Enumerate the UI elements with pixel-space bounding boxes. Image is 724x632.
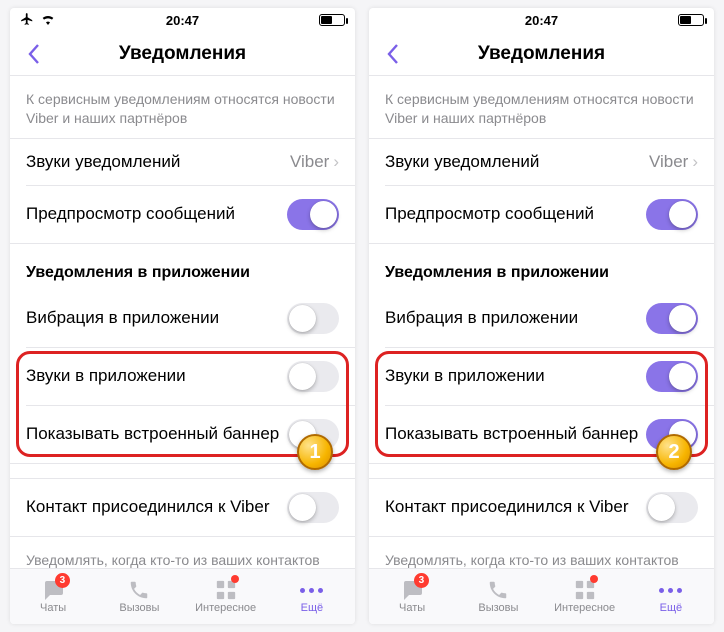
settings-list: К сервисным уведомлениям относятся новос… (369, 76, 714, 568)
row-vibration-inapp[interactable]: Вибрация в приложении (369, 290, 714, 347)
row-notification-sounds[interactable]: Звуки уведомлений Viber › (369, 139, 714, 185)
tab-more[interactable]: Ещё (269, 569, 355, 624)
tab-label: Интересное (195, 602, 256, 614)
toggle-vibration[interactable] (646, 303, 698, 334)
row-label: Предпросмотр сообщений (385, 204, 646, 224)
toggle-vibration[interactable] (287, 303, 339, 334)
row-sounds-inapp[interactable]: Звуки в приложении (10, 348, 355, 405)
row-label: Вибрация в приложении (385, 308, 646, 328)
toggle-preview[interactable] (646, 199, 698, 230)
tab-label: Чаты (399, 602, 425, 614)
row-label: Звуки уведомлений (26, 152, 290, 172)
section-description: К сервисным уведомлениям относятся новос… (10, 76, 355, 138)
row-label: Контакт присоединился к Viber (385, 497, 646, 517)
nav-header: Уведомления (10, 32, 355, 76)
tab-label: Ещё (660, 602, 683, 614)
toggle-contact-joined[interactable] (646, 492, 698, 523)
tab-chats[interactable]: 3 Чаты (369, 569, 455, 624)
row-notification-sounds[interactable]: Звуки уведомлений Viber › (10, 139, 355, 185)
tab-bar: 3 Чаты Вызовы Интересное Ещё (10, 568, 355, 624)
row-value: Viber › (649, 152, 698, 172)
row-label: Показывать встроенный баннер (26, 424, 287, 444)
row-label: Контакт присоединился к Viber (26, 497, 287, 517)
row-message-preview[interactable]: Предпросмотр сообщений (10, 186, 355, 243)
tab-label: Вызовы (119, 602, 159, 614)
tab-calls[interactable]: Вызовы (96, 569, 182, 624)
row-message-preview[interactable]: Предпросмотр сообщений (369, 186, 714, 243)
calls-icon (126, 579, 152, 601)
back-button[interactable] (373, 32, 413, 75)
tab-bar: 3 Чаты Вызовы Интересное Ещё (369, 568, 714, 624)
status-bar: 20:47 (369, 8, 714, 32)
settings-list: К сервисным уведомлениям относятся новос… (10, 76, 355, 568)
footer-description: Уведомлять, когда кто-то из ваших контак… (10, 537, 355, 568)
row-contact-joined[interactable]: Контакт присоединился к Viber (369, 479, 714, 536)
tab-badge: 3 (55, 573, 70, 588)
page-title: Уведомления (478, 43, 605, 65)
row-label: Звуки в приложении (385, 366, 646, 386)
more-icon (658, 579, 684, 601)
phone-screen-1: 20:47 Уведомления К сервисным уведомлени… (10, 8, 355, 624)
nav-header: Уведомления (369, 32, 714, 76)
row-vibration-inapp[interactable]: Вибрация в приложении (10, 290, 355, 347)
phone-screen-2: 20:47 Уведомления К сервисным уведомлени… (369, 8, 714, 624)
row-label: Звуки уведомлений (385, 152, 649, 172)
status-time: 20:47 (487, 13, 595, 28)
tab-notification-dot (590, 575, 598, 583)
row-value: Viber › (290, 152, 339, 172)
chevron-right-icon: › (333, 152, 339, 172)
row-builtin-banner[interactable]: Показывать встроенный баннер (369, 406, 714, 463)
row-contact-joined[interactable]: Контакт присоединился к Viber (10, 479, 355, 536)
chevron-right-icon: › (692, 152, 698, 172)
airplane-icon (20, 12, 34, 29)
tab-explore[interactable]: Интересное (542, 569, 628, 624)
tab-label: Вызовы (478, 602, 518, 614)
battery-icon (319, 14, 345, 26)
status-bar: 20:47 (10, 8, 355, 32)
tab-more[interactable]: Ещё (628, 569, 714, 624)
page-title: Уведомления (119, 43, 246, 65)
section-header-inapp: Уведомления в приложении (10, 244, 355, 290)
tab-label: Чаты (40, 602, 66, 614)
row-label: Показывать встроенный баннер (385, 424, 646, 444)
row-label: Звуки в приложении (26, 366, 287, 386)
row-label: Вибрация в приложении (26, 308, 287, 328)
back-button[interactable] (14, 32, 54, 75)
row-sounds-inapp[interactable]: Звуки в приложении (369, 348, 714, 405)
section-header-inapp: Уведомления в приложении (369, 244, 714, 290)
footer-description: Уведомлять, когда кто-то из ваших контак… (369, 537, 714, 568)
tab-badge: 3 (414, 573, 429, 588)
tab-explore[interactable]: Интересное (183, 569, 269, 624)
calls-icon (485, 579, 511, 601)
toggle-banner[interactable] (287, 419, 339, 450)
toggle-preview[interactable] (287, 199, 339, 230)
tab-label: Ещё (301, 602, 324, 614)
section-description: К сервисным уведомлениям относятся новос… (369, 76, 714, 138)
row-builtin-banner[interactable]: Показывать встроенный баннер (10, 406, 355, 463)
toggle-banner[interactable] (646, 419, 698, 450)
status-time: 20:47 (128, 13, 236, 28)
wifi-icon (40, 13, 56, 28)
tab-notification-dot (231, 575, 239, 583)
tab-label: Интересное (554, 602, 615, 614)
toggle-inapp-sounds[interactable] (646, 361, 698, 392)
battery-icon (678, 14, 704, 26)
tab-chats[interactable]: 3 Чаты (10, 569, 96, 624)
toggle-contact-joined[interactable] (287, 492, 339, 523)
toggle-inapp-sounds[interactable] (287, 361, 339, 392)
row-label: Предпросмотр сообщений (26, 204, 287, 224)
more-icon (299, 579, 325, 601)
tab-calls[interactable]: Вызовы (455, 569, 541, 624)
